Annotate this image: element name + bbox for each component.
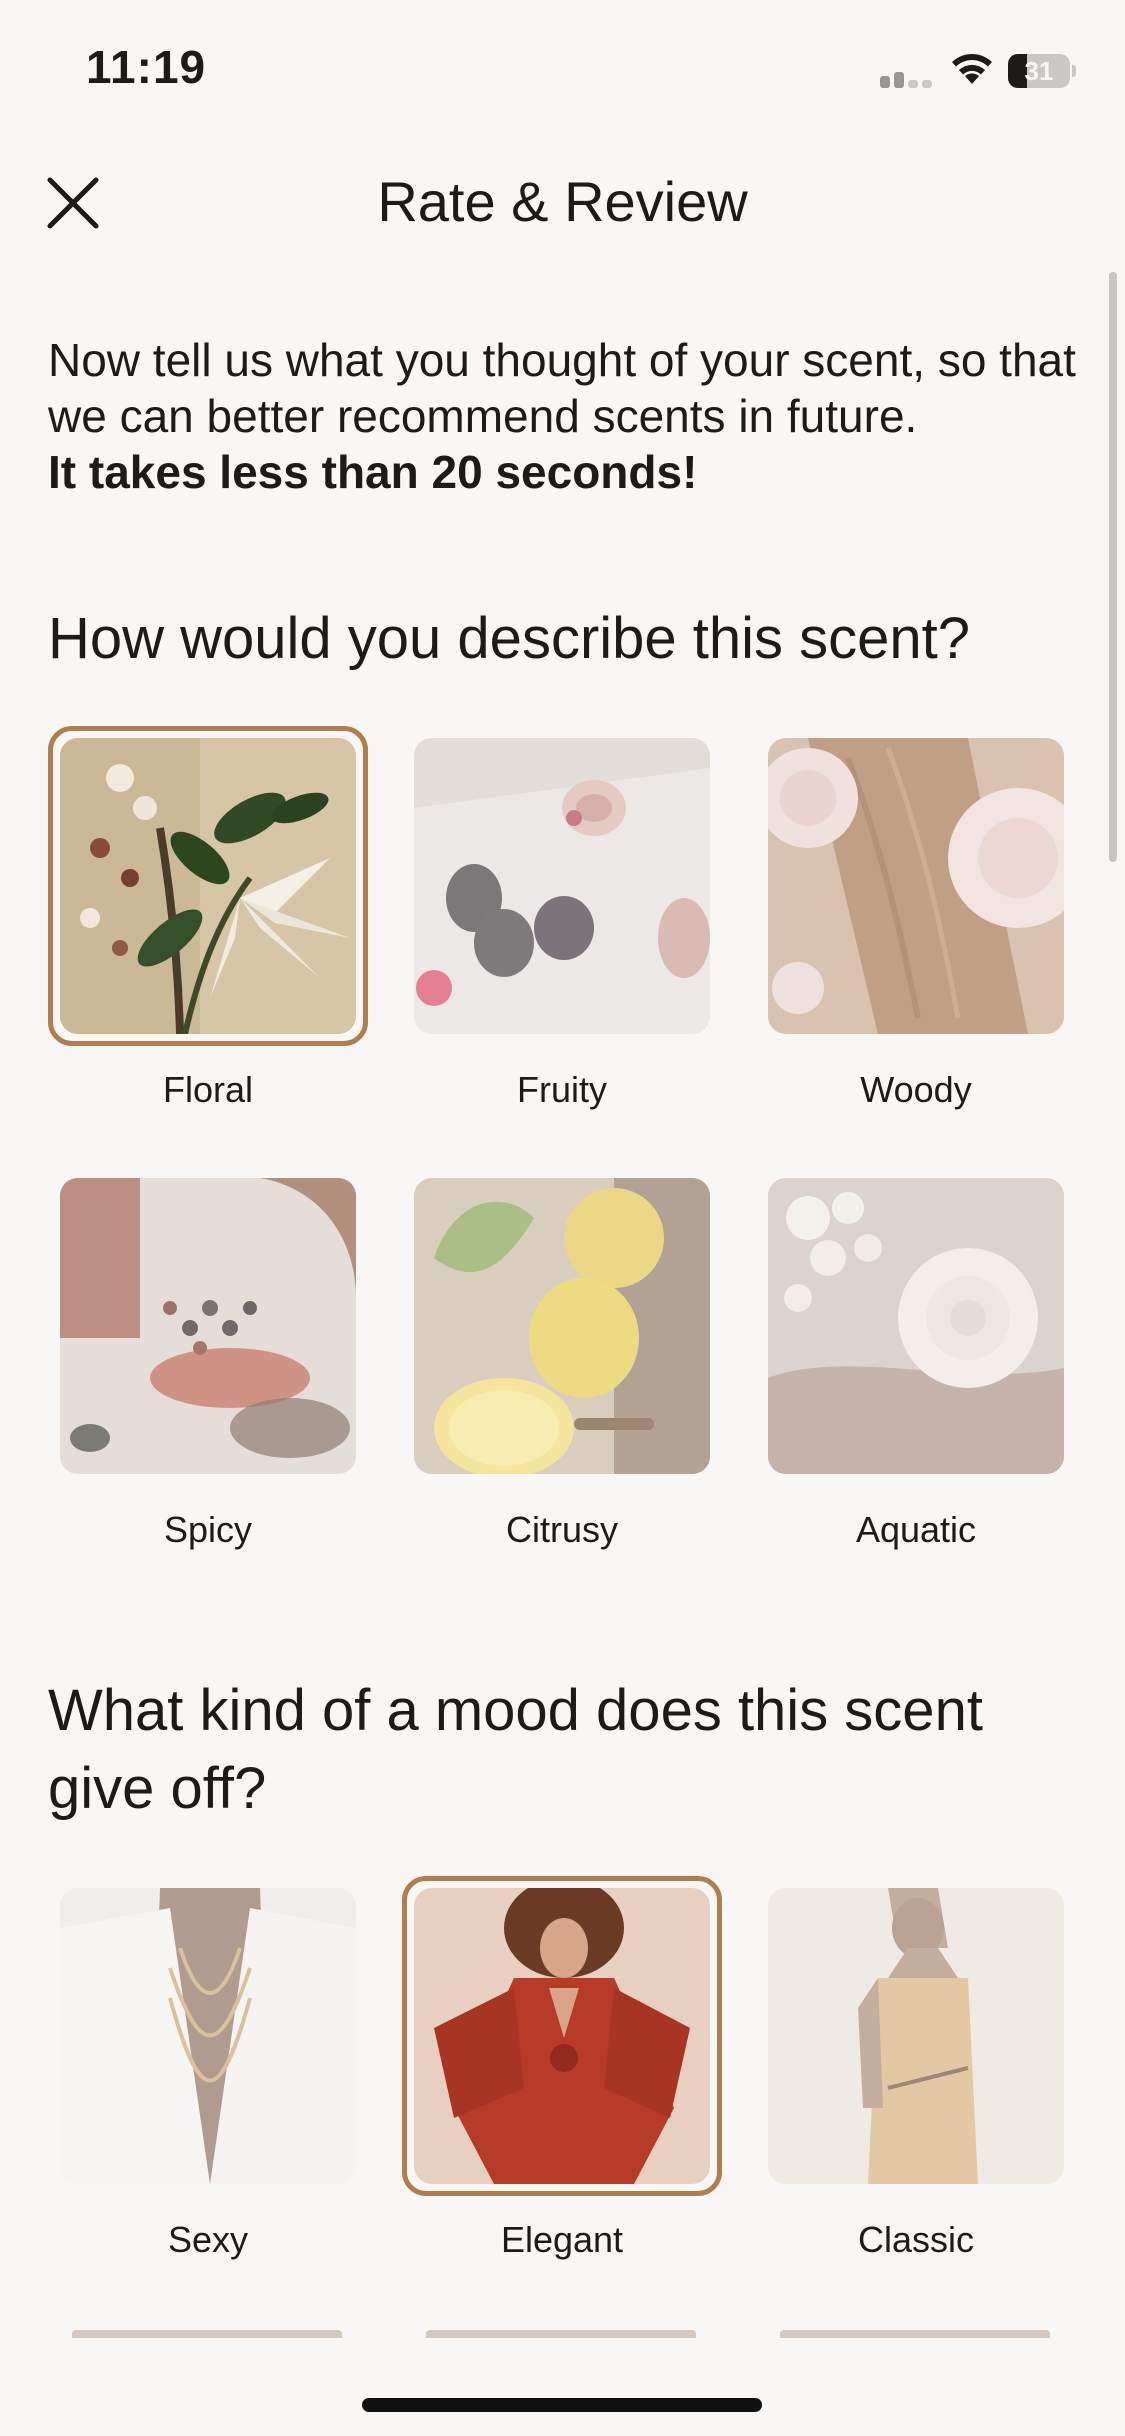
option-floral[interactable]: Floral — [48, 726, 368, 1116]
cellular-signal-icon — [880, 66, 936, 88]
option-label: Aquatic — [855, 1509, 977, 1550]
home-indicator[interactable] — [362, 2398, 762, 2412]
option-image-frame — [48, 726, 368, 1046]
intro-highlight: It takes less than 20 seconds! — [48, 446, 698, 498]
option-label: Woody — [860, 1069, 972, 1110]
option-image-frame — [756, 1166, 1076, 1486]
citrusy-image — [414, 1178, 710, 1474]
next-row-preview — [426, 2330, 696, 2338]
option-elegant[interactable]: Elegant — [402, 1876, 722, 2266]
next-row-preview — [780, 2330, 1050, 2338]
option-image-frame — [48, 1166, 368, 1486]
wifi-icon — [952, 54, 992, 84]
spicy-image — [60, 1178, 356, 1474]
fruity-image — [414, 738, 710, 1034]
option-spicy[interactable]: Spicy — [48, 1166, 368, 1556]
status-bar: 11:19 31 — [0, 0, 1125, 130]
option-label: Elegant — [500, 2219, 624, 2260]
option-classic[interactable]: Classic — [756, 1876, 1076, 2266]
option-image-frame — [756, 726, 1076, 1046]
sexy-image — [60, 1888, 356, 2184]
classic-image — [768, 1888, 1064, 2184]
option-label: Floral — [162, 1069, 254, 1110]
option-sexy[interactable]: Sexy — [48, 1876, 368, 2266]
option-label: Fruity — [517, 1069, 607, 1110]
option-fruity[interactable]: Fruity — [402, 726, 722, 1116]
option-label: Sexy — [167, 2219, 249, 2260]
nav-bar: Rate & Review — [0, 150, 1125, 250]
option-image-frame — [402, 1876, 722, 2196]
mood-options-grid: Sexy Elegant Classic — [48, 1876, 1078, 2276]
option-label: Classic — [857, 2219, 974, 2260]
option-label: Spicy — [163, 1509, 253, 1550]
next-row-preview — [72, 2330, 342, 2338]
page-title: Rate & Review — [377, 170, 748, 233]
status-time: 11:19 — [86, 41, 207, 93]
option-woody[interactable]: Woody — [756, 726, 1076, 1116]
option-image-frame — [756, 1876, 1076, 2196]
mood-section-title: What kind of a mood does this scent give… — [48, 1678, 983, 1821]
battery-icon: 31 — [1008, 54, 1076, 88]
intro-description: Now tell us what you thought of your sce… — [48, 334, 1076, 442]
floral-image — [60, 738, 356, 1034]
option-image-frame — [48, 1876, 368, 2196]
aquatic-image — [768, 1178, 1064, 1474]
battery-percent: 31 — [1024, 56, 1054, 86]
intro-text: Now tell us what you thought of your sce… — [48, 332, 1088, 500]
option-aquatic[interactable]: Aquatic — [756, 1166, 1076, 1556]
option-citrusy[interactable]: Citrusy — [402, 1166, 722, 1556]
woody-image — [768, 738, 1064, 1034]
option-image-frame — [402, 726, 722, 1046]
scrollbar[interactable] — [1109, 272, 1117, 862]
describe-options-grid: Floral Fruity Woody Spicy Citrusy Aquati… — [48, 726, 1078, 1566]
option-image-frame — [402, 1166, 722, 1486]
describe-section-title: How would you describe this scent? — [48, 606, 971, 671]
elegant-image — [414, 1888, 710, 2184]
option-label: Citrusy — [505, 1509, 618, 1550]
